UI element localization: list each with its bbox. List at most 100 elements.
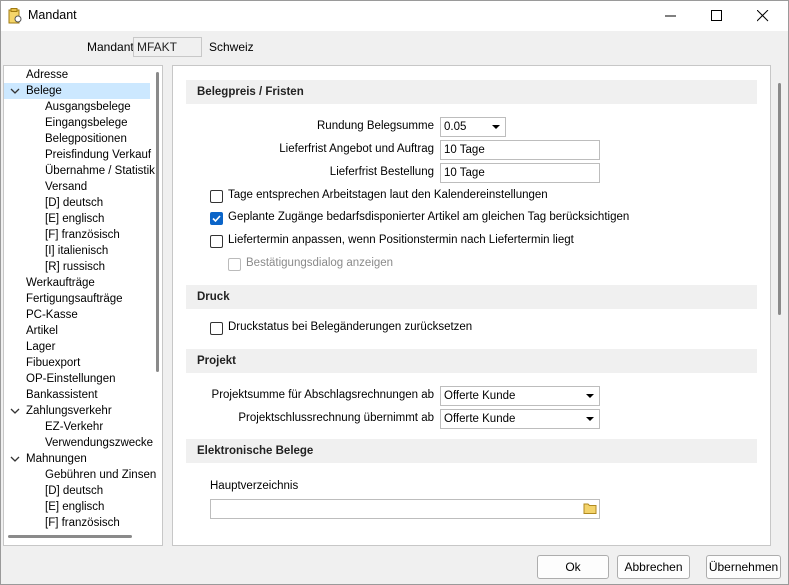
tree-item[interactable]: Fibuexport [4,355,150,371]
tree-item-label: [E] englisch [45,501,105,513]
tree-item[interactable]: Übernahme / Statistik [4,163,155,179]
projektschluss-select[interactable]: Offerte Kunde [440,409,600,429]
tree-item-label: Adresse [26,69,69,81]
bestaetigung-checkbox [228,258,241,271]
tree-item[interactable]: Eingangsbelege [4,115,150,131]
lieferfrist-angebot-field[interactable]: 10 Tage [440,140,600,160]
tree-item[interactable]: EZ-Verkehr [4,419,150,435]
tree-item-label: Zahlungsverkehr [26,405,112,417]
tree-item-label: Belegpositionen [45,133,127,145]
tree-item[interactable]: Lager [4,339,150,355]
hauptverzeichnis-field[interactable] [210,499,600,519]
projektsumme-value: Offerte Kunde [444,390,516,402]
tree-item-label: Lager [26,341,56,353]
tree-item-label: Belege [26,85,62,97]
lieferfrist-bestellung-label: Lieferfrist Bestellung [329,166,434,178]
arbeitstage-checkbox-row[interactable]: Tage entsprechen Arbeitstagen laut den K… [210,189,750,205]
tree-item-label: Versand [45,181,88,193]
geplante-checkbox-row[interactable]: Geplante Zugänge bedarfsdisponierter Art… [210,211,750,227]
chevron-down-icon[interactable] [10,406,20,416]
tree-item[interactable]: [E] englisch [4,499,150,515]
tree-item[interactable]: Belegpositionen [4,131,150,147]
tree-item[interactable]: Bankassistent [4,387,150,403]
druckstatus-checkbox[interactable] [210,322,223,335]
chevron-down-icon[interactable] [10,86,20,96]
tree-item-label: [F] französisch [45,517,120,529]
window-title: Mandant [28,8,77,22]
close-button[interactable] [740,1,786,31]
tree-item[interactable]: [R] russisch [4,259,150,275]
settings-scrollbar-thumb[interactable] [778,83,781,315]
tree-item[interactable]: Mahnungen [4,451,150,467]
tree-item-label: [I] italienisch [45,245,109,257]
projektsumme-label: Projektsumme für Abschlagsrechnungen ab [211,389,434,401]
section-elektronisch-header: Elektronische Belege [186,439,757,463]
tree-item[interactable]: [D] deutsch [4,195,150,211]
tree-item-label: Verwendungszwecke [45,437,154,449]
liefertermin-checkbox[interactable] [210,235,223,248]
tree-item-label: Übernahme / Statistik [45,165,155,177]
geplante-checkbox[interactable] [210,212,223,225]
tree-horizontal-scrollbar[interactable] [8,535,132,538]
abbrechen-button[interactable]: Abbrechen [617,555,690,579]
tree-item[interactable]: Zahlungsverkehr [4,403,150,419]
rundung-value: 0.05 [444,121,467,133]
arbeitstage-checkbox[interactable] [210,190,223,203]
tree-item-label: Fertigungsaufträge [26,293,123,305]
tree-item[interactable]: [F] französisch [4,227,150,243]
tree-item-label: [E] englisch [45,213,105,225]
maximize-icon [711,10,722,21]
ok-button[interactable]: Ok [537,555,609,579]
tree-item-label: Gebühren und Zinsen [45,469,157,481]
tree-item-label: Eingangsbelege [45,117,128,129]
tree-item-label: [D] deutsch [45,485,104,497]
tree-item-label: PC-Kasse [26,309,78,321]
tree-item[interactable]: [E] englisch [4,211,150,227]
section-belegpreis-header: Belegpreis / Fristen [186,80,757,104]
uebernehmen-button[interactable]: Übernehmen [706,555,781,579]
druckstatus-checkbox-label: Druckstatus bei Belegänderungen zurückse… [228,321,473,333]
settings-panel: Belegpreis / Fristen Rundung Belegsumme … [172,65,771,546]
tree-item[interactable]: Adresse [4,67,150,83]
mandant-code-field: MFAKT [133,37,202,57]
tree-item[interactable]: Verwendungszwecke [4,435,154,451]
tree-item[interactable]: Ausgangsbelege [4,99,150,115]
tree-item[interactable]: Artikel [4,323,150,339]
liefertermin-checkbox-row[interactable]: Liefertermin anpassen, wenn Positionster… [210,234,750,250]
tree-item[interactable]: [I] italienisch [4,243,150,259]
mandant-label: Mandant [87,40,134,54]
tree-item[interactable]: Fertigungsaufträge [4,291,150,307]
maximize-button[interactable] [694,1,740,31]
tree-item[interactable]: Preisfindung Verkauf [4,147,152,163]
tree-item-label: Ausgangsbelege [45,101,131,113]
minimize-icon [665,15,676,17]
app-icon [8,8,22,24]
tree-vertical-scrollbar[interactable] [156,72,159,372]
rundung-label: Rundung Belegsumme [317,120,434,132]
tree-item-label: Werkaufträge [26,277,95,289]
tree-item-label: Preisfindung Verkauf [45,149,152,161]
chevron-down-icon [586,394,594,398]
tree-item-label: Bankassistent [26,389,98,401]
tree-item-label: Fibuexport [26,357,81,369]
tree-item[interactable]: Gebühren und Zinsen [4,467,156,483]
section-druck-header: Druck [186,285,757,309]
folder-icon[interactable] [583,502,597,515]
tree-item[interactable]: OP-Einstellungen [4,371,150,387]
projektsumme-select[interactable]: Offerte Kunde [440,386,600,406]
druckstatus-checkbox-row[interactable]: Druckstatus bei Belegänderungen zurückse… [210,321,750,337]
minimize-button[interactable] [648,1,694,31]
tree-item[interactable]: Belege [4,83,150,99]
tree-item-label: OP-Einstellungen [26,373,116,385]
mandant-row: Mandant MFAKT Schweiz [1,36,788,58]
navigation-tree: Adresse Belege Ausgangsbelege Eingangsbeleg… [3,65,163,546]
chevron-down-icon[interactable] [10,454,20,464]
lieferfrist-bestellung-field[interactable]: 10 Tage [440,163,600,183]
tree-item[interactable]: [D] deutsch [4,483,150,499]
tree-item[interactable]: PC-Kasse [4,307,150,323]
rundung-select[interactable]: 0.05 [440,117,506,137]
tree-item[interactable]: [F] französisch [4,515,150,531]
tree-item[interactable]: Werkaufträge [4,275,150,291]
tree-item[interactable]: Versand [4,179,150,195]
liefertermin-checkbox-label: Liefertermin anpassen, wenn Positionster… [228,234,574,246]
